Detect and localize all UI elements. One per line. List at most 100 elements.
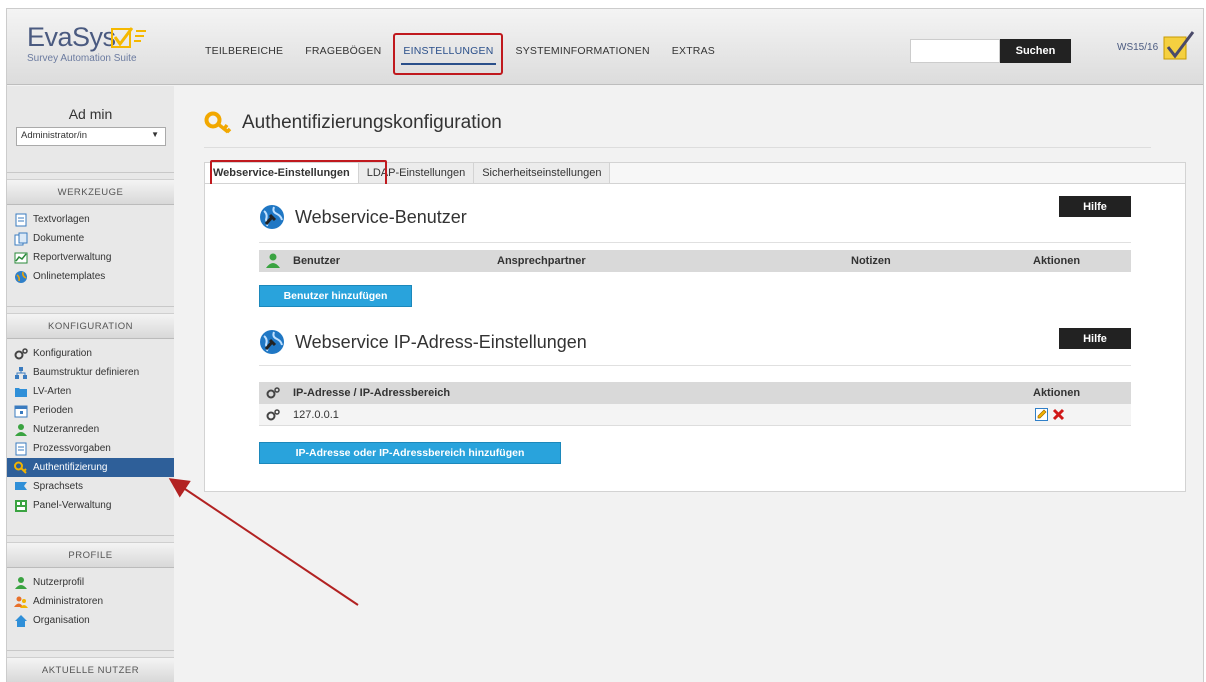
key-icon (204, 111, 232, 134)
sidebar-item-label: Authentifizierung (33, 462, 108, 473)
user-icon (266, 253, 280, 268)
sidebar-header-werkzeuge: WERKZEUGE (7, 179, 174, 205)
nav-extras[interactable]: EXTRAS (672, 45, 715, 57)
ip-section-title: Webservice IP-Adress-Einstellungen (295, 331, 587, 352)
sidebar-item-perioden[interactable]: Perioden (7, 401, 174, 420)
user-name: Ad min (68, 106, 113, 122)
sidebar-item-prozessvorgaben[interactable]: Prozessvorgaben (7, 439, 174, 458)
semester-label[interactable]: WS15/16 (1117, 42, 1158, 53)
app-frame: EvaSys Survey Automation Suite TEILBEREI… (6, 8, 1204, 682)
sidebar-item-panel-verwaltung[interactable]: Panel-Verwaltung (7, 496, 174, 515)
sidebar-item-label: Organisation (33, 615, 90, 626)
sidebar-item-nutzeranreden[interactable]: Nutzeranreden (7, 420, 174, 439)
logo[interactable]: EvaSys Survey Automation Suite (27, 23, 167, 75)
sidebar-item-nutzerprofil[interactable]: Nutzerprofil (7, 573, 174, 592)
sidebar-item-konfiguration[interactable]: Konfiguration (7, 344, 174, 363)
users-section-title: Webservice-Benutzer (295, 206, 467, 227)
sidebar-item-sprachsets[interactable]: Sprachsets (7, 477, 174, 496)
nav-teilbereiche[interactable]: TEILBEREICHE (205, 45, 283, 57)
users-help-button[interactable]: Hilfe (1059, 196, 1131, 217)
sidebar-item-label: Konfiguration (33, 348, 92, 359)
tab-sicherheitseinstellungen[interactable]: Sicherheitseinstellungen (474, 163, 611, 183)
logo-subtitle: Survey Automation Suite (27, 53, 137, 64)
document-icon (15, 442, 27, 455)
globe-icon (15, 270, 27, 283)
chevron-down-icon: ▼ (151, 130, 159, 139)
search-input[interactable] (910, 39, 1000, 63)
sidebar-divider (7, 306, 174, 307)
sidebar-divider (7, 172, 174, 173)
sidebar-item-label: Administratoren (33, 596, 104, 607)
add-user-button[interactable]: Benutzer hinzufügen (259, 285, 412, 307)
sidebar-item-label: Baumstruktur definieren (33, 367, 140, 378)
role-select-value: Administrator/in (21, 130, 87, 141)
page-title: Authentifizierungskonfiguration (242, 112, 502, 133)
sidebar-item-authentifizierung[interactable]: Authentifizierung (7, 458, 174, 477)
user-box: Ad min Administrator/in ▼ (7, 86, 174, 146)
gears-icon (266, 387, 280, 399)
nav-frageboegen[interactable]: FRAGEBÖGEN (305, 45, 381, 57)
sidebar-item-baumstruktur[interactable]: Baumstruktur definieren (7, 363, 174, 382)
checkbox-icon (1163, 31, 1195, 60)
sidebar-item-label: Nutzerprofil (33, 577, 85, 588)
column-header: Aktionen (1033, 255, 1081, 267)
sidebar-item-label: Reportverwaltung (33, 252, 112, 263)
documents-icon (14, 232, 28, 245)
page-header: Authentifizierungskonfiguration (204, 110, 502, 136)
column-header[interactable]: Notizen (851, 255, 891, 267)
sidebar-header-konfiguration: KONFIGURATION (7, 313, 174, 339)
main-content: Authentifizierungskonfiguration Webservi… (174, 86, 1203, 682)
flag-icon (15, 481, 27, 490)
column-header: Aktionen (1033, 387, 1081, 399)
sidebar-item-dokumente[interactable]: Dokumente (7, 229, 174, 248)
column-header[interactable]: Ansprechpartner (497, 255, 586, 267)
sidebar-item-label: Dokumente (33, 233, 85, 244)
document-icon (15, 213, 27, 226)
sidebar-item-label: Sprachsets (33, 481, 84, 492)
user-icon (15, 576, 27, 589)
table-row: 127.0.0.1 (259, 404, 1131, 426)
sidebar-item-lv-arten[interactable]: LV-Arten (7, 382, 174, 401)
sidebar-list-profile: Nutzerprofil Administratoren Organisatio… (7, 573, 174, 630)
sidebar: Ad min Administrator/in ▼ WERKZEUGE Text… (7, 86, 174, 682)
ip-section-header: Webservice IP-Adress-Einstellungen (259, 329, 587, 355)
section-divider (259, 242, 1131, 243)
calendar-icon (14, 405, 28, 417)
sidebar-divider (7, 650, 174, 651)
tree-icon (15, 366, 27, 379)
gears-icon (14, 347, 28, 359)
column-header[interactable]: Benutzer (293, 255, 340, 267)
sidebar-item-label: Nutzeranreden (33, 424, 100, 435)
user-icon (15, 423, 27, 436)
sidebar-item-label: LV-Arten (33, 386, 72, 397)
delete-icon[interactable] (1052, 408, 1065, 421)
home-icon (15, 614, 27, 627)
section-divider (259, 365, 1131, 366)
gears-icon (266, 409, 280, 421)
key-icon (14, 461, 27, 474)
ip-help-button[interactable]: Hilfe (1059, 328, 1131, 349)
title-divider (204, 147, 1151, 148)
sidebar-item-label: Onlinetemplates (33, 271, 106, 282)
sidebar-item-label: Panel-Verwaltung (33, 500, 112, 511)
add-ip-button[interactable]: IP-Adresse oder IP-Adressbereich hinzufü… (259, 442, 561, 464)
sidebar-item-textvorlagen[interactable]: Textvorlagen (7, 210, 174, 229)
sidebar-list-werkzeuge: Textvorlagen Dokumente Reportverwaltung … (7, 210, 174, 286)
tab-panel: Webservice-Benutzer Hilfe Benutzer Anspr… (204, 184, 1186, 492)
sidebar-item-label: Textvorlagen (33, 214, 90, 225)
column-header[interactable]: IP-Adresse / IP-Adressbereich (293, 387, 450, 399)
report-icon (14, 252, 28, 263)
folder-icon (15, 387, 27, 397)
sidebar-item-organisation[interactable]: Organisation (7, 611, 174, 630)
ip-table-header: IP-Adresse / IP-Adressbereich Aktionen (259, 382, 1131, 404)
nav-highlight-box (393, 33, 503, 75)
role-select[interactable]: Administrator/in ▼ (16, 127, 166, 146)
sidebar-item-onlinetemplates[interactable]: Onlinetemplates (7, 267, 174, 286)
edit-icon[interactable] (1035, 408, 1048, 421)
sidebar-item-label: Prozessvorgaben (33, 443, 111, 454)
sidebar-item-administratoren[interactable]: Administratoren (7, 592, 174, 611)
search-button[interactable]: Suchen (1000, 39, 1071, 63)
nav-systeminformationen[interactable]: SYSTEMINFORMATIONEN (516, 45, 650, 57)
sidebar-item-reportverwaltung[interactable]: Reportverwaltung (7, 248, 174, 267)
users-section-header: Webservice-Benutzer (259, 204, 467, 230)
